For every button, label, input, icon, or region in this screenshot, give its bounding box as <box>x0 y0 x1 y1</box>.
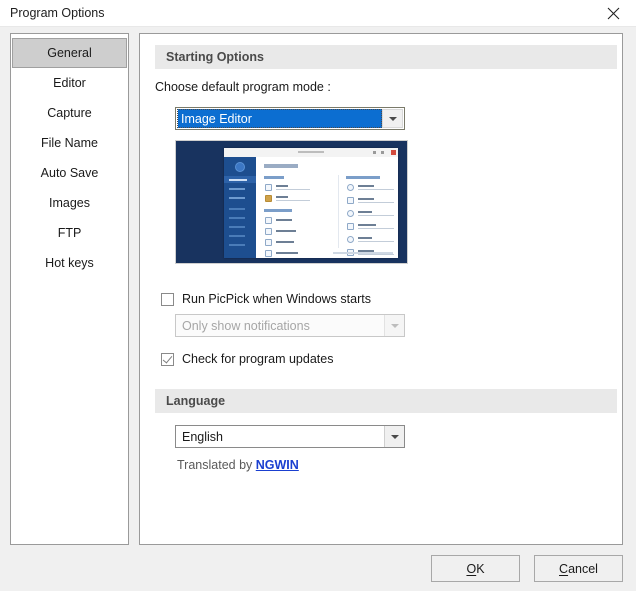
section-title: Language <box>166 394 226 408</box>
run-on-start-row[interactable]: Run PicPick when Windows starts <box>161 292 371 306</box>
default-mode-value: Image Editor <box>178 109 382 128</box>
notification-mode-dropdown: Only show notifications <box>175 314 405 337</box>
sidebar-item-label: General <box>47 46 92 60</box>
notification-mode-value: Only show notifications <box>182 318 310 333</box>
sidebar-item-editor[interactable]: Editor <box>11 68 128 98</box>
sidebar-item-label: Images <box>49 196 90 210</box>
translator-link[interactable]: NGWIN <box>256 458 299 472</box>
starting-options-section-header: Starting Options <box>155 45 617 69</box>
dropdown-inner: Image Editor <box>177 109 382 128</box>
ok-button[interactable]: OK <box>431 555 520 582</box>
check-updates-row[interactable]: Check for program updates <box>161 352 333 366</box>
chevron-down-icon[interactable] <box>384 426 404 447</box>
sidebar-item-label: File Name <box>41 136 98 150</box>
sidebar-item-label: Auto Save <box>40 166 99 180</box>
run-on-start-label: Run PicPick when Windows starts <box>182 292 371 306</box>
preview-app-window <box>224 148 398 258</box>
preview-heading <box>264 164 298 168</box>
check-updates-checkbox[interactable] <box>161 352 174 366</box>
settings-category-list[interactable]: General Editor Capture File Name Auto Sa… <box>10 33 129 545</box>
cancel-button-label: Cancel <box>559 562 598 576</box>
preview-footer-note <box>333 252 393 254</box>
section-title: Starting Options <box>166 50 264 64</box>
default-mode-label: Choose default program mode : <box>155 80 331 94</box>
sidebar-item-label: FTP <box>57 226 82 240</box>
cancel-rest: ancel <box>568 561 598 576</box>
language-value: English <box>182 429 223 444</box>
program-mode-preview-image <box>175 140 408 264</box>
preview-avatar <box>235 162 245 172</box>
settings-content-panel: Starting Options Choose default program … <box>139 33 623 545</box>
language-dropdown[interactable]: English <box>175 425 405 448</box>
ok-rest: K <box>476 561 485 576</box>
window-title: Program Options <box>10 6 105 20</box>
sidebar-item-images[interactable]: Images <box>11 188 128 218</box>
translated-by-text: Translated by NGWIN <box>177 458 299 472</box>
sidebar-item-general[interactable]: General <box>12 38 127 68</box>
sidebar-item-file-name[interactable]: File Name <box>11 128 128 158</box>
sidebar-item-capture[interactable]: Capture <box>11 98 128 128</box>
cancel-button[interactable]: Cancel <box>534 555 623 582</box>
run-on-start-checkbox[interactable] <box>161 292 174 306</box>
chevron-down-icon[interactable] <box>382 109 403 128</box>
sidebar-item-label: Editor <box>53 76 86 90</box>
check-updates-label: Check for program updates <box>182 352 334 366</box>
chevron-down-icon <box>384 315 404 336</box>
sidebar-item-ftp[interactable]: FTP <box>11 218 128 248</box>
sidebar-item-hot-keys[interactable]: Hot keys <box>11 248 128 278</box>
sidebar-item-auto-save[interactable]: Auto Save <box>11 158 128 188</box>
sidebar-item-label: Capture <box>47 106 92 120</box>
title-bar: Program Options <box>0 0 636 27</box>
close-button[interactable] <box>590 0 636 26</box>
preview-side-nav <box>224 157 256 258</box>
close-icon <box>607 7 620 20</box>
cancel-mnemonic: C <box>559 561 569 576</box>
sidebar-item-label: Hot keys <box>45 256 94 270</box>
preview-task-panel <box>256 157 398 258</box>
translated-by-prefix: Translated by <box>177 458 256 472</box>
ok-mnemonic: O <box>466 561 477 576</box>
language-section-header: Language <box>155 389 617 413</box>
default-mode-dropdown[interactable]: Image Editor <box>175 107 405 130</box>
ok-button-label: OK <box>466 562 484 576</box>
